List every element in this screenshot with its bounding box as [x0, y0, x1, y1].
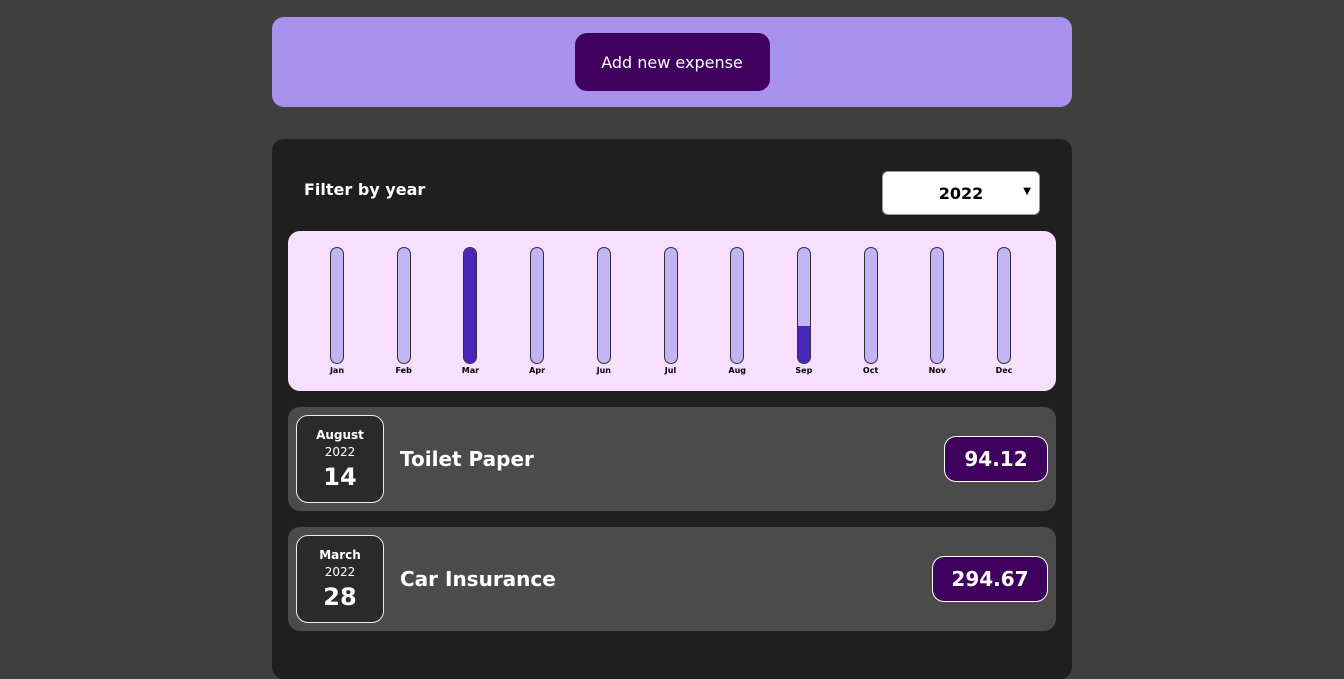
chart-bar-track — [596, 247, 611, 364]
filter-label: Filter by year — [304, 180, 426, 199]
chart-bar-jun: Jun — [589, 247, 619, 377]
expenses-chart: Jan Feb Mar Apr Jun Jul Aug Sep Oct Nov Dec — [288, 231, 1056, 391]
expense-price: 294.67 — [932, 556, 1048, 602]
chart-bar-track — [663, 247, 678, 364]
expense-title: Car Insurance — [400, 567, 556, 591]
expense-item: August 2022 14 Toilet Paper 94.12 — [288, 407, 1056, 511]
chart-bar-label: Sep — [795, 366, 813, 375]
chart-bar-sep: Sep — [789, 247, 819, 377]
chart-bar-dec: Dec — [989, 247, 1019, 377]
chart-bar-nov: Nov — [922, 247, 952, 377]
expense-date-day: 14 — [323, 463, 357, 491]
chart-bar-track — [930, 247, 945, 364]
expense-date: August 2022 14 — [296, 415, 384, 503]
expense-title: Toilet Paper — [400, 447, 534, 471]
chart-bar-fill — [464, 248, 477, 363]
chart-bar-track — [463, 247, 478, 364]
chart-bar-label: Dec — [995, 366, 1013, 375]
chart-bar-jan: Jan — [322, 247, 352, 377]
expense-date-day: 28 — [323, 583, 357, 611]
chart-bar-track — [863, 247, 878, 364]
expense-price: 94.12 — [944, 436, 1048, 482]
chart-bar-fill — [797, 326, 810, 363]
chart-bar-label: Feb — [395, 366, 412, 375]
chart-bar-label: Apr — [529, 366, 546, 375]
new-expense-panel: Add new expense — [272, 17, 1072, 107]
chart-bar-track — [396, 247, 411, 364]
expense-date-month: March — [319, 548, 361, 562]
chart-bar-label: Jan — [329, 366, 345, 375]
chart-bar-label: Jul — [664, 366, 677, 375]
chart-bar-label: Aug — [728, 366, 746, 375]
chart-bar-jul: Jul — [656, 247, 686, 377]
add-new-expense-button[interactable]: Add new expense — [574, 33, 770, 91]
chevron-down-icon: ▼ — [1023, 186, 1031, 197]
expense-date-year: 2022 — [324, 565, 356, 579]
chart-bar-mar: Mar — [455, 247, 485, 377]
chart-bar-aug: Aug — [722, 247, 752, 377]
year-select[interactable]: 2022 ▼ — [882, 171, 1040, 215]
year-select-value: 2022 — [938, 183, 984, 203]
chart-bar-track — [730, 247, 745, 364]
chart-bar-track — [997, 247, 1011, 364]
expenses-panel: Filter by year 2022 ▼ Jan Feb Mar Apr Jun Jul… — [272, 139, 1072, 679]
chart-bar-feb: Feb — [389, 247, 419, 377]
chart-bar-track — [530, 247, 545, 364]
expense-date-year: 2022 — [324, 445, 356, 459]
chart-bar-label: Oct — [862, 366, 879, 375]
expense-item: March 2022 28 Car Insurance 294.67 — [288, 527, 1056, 631]
chart-bar-label: Nov — [928, 366, 946, 375]
chart-bar-track — [330, 247, 344, 364]
chart-bar-oct: Oct — [856, 247, 886, 377]
expense-date: March 2022 28 — [296, 535, 384, 623]
chart-bar-label: Jun — [596, 366, 611, 375]
chart-bar-label: Mar — [461, 366, 480, 375]
chart-bar-track — [796, 247, 811, 364]
chart-bar-apr: Apr — [522, 247, 552, 377]
expense-date-month: August — [316, 428, 364, 442]
